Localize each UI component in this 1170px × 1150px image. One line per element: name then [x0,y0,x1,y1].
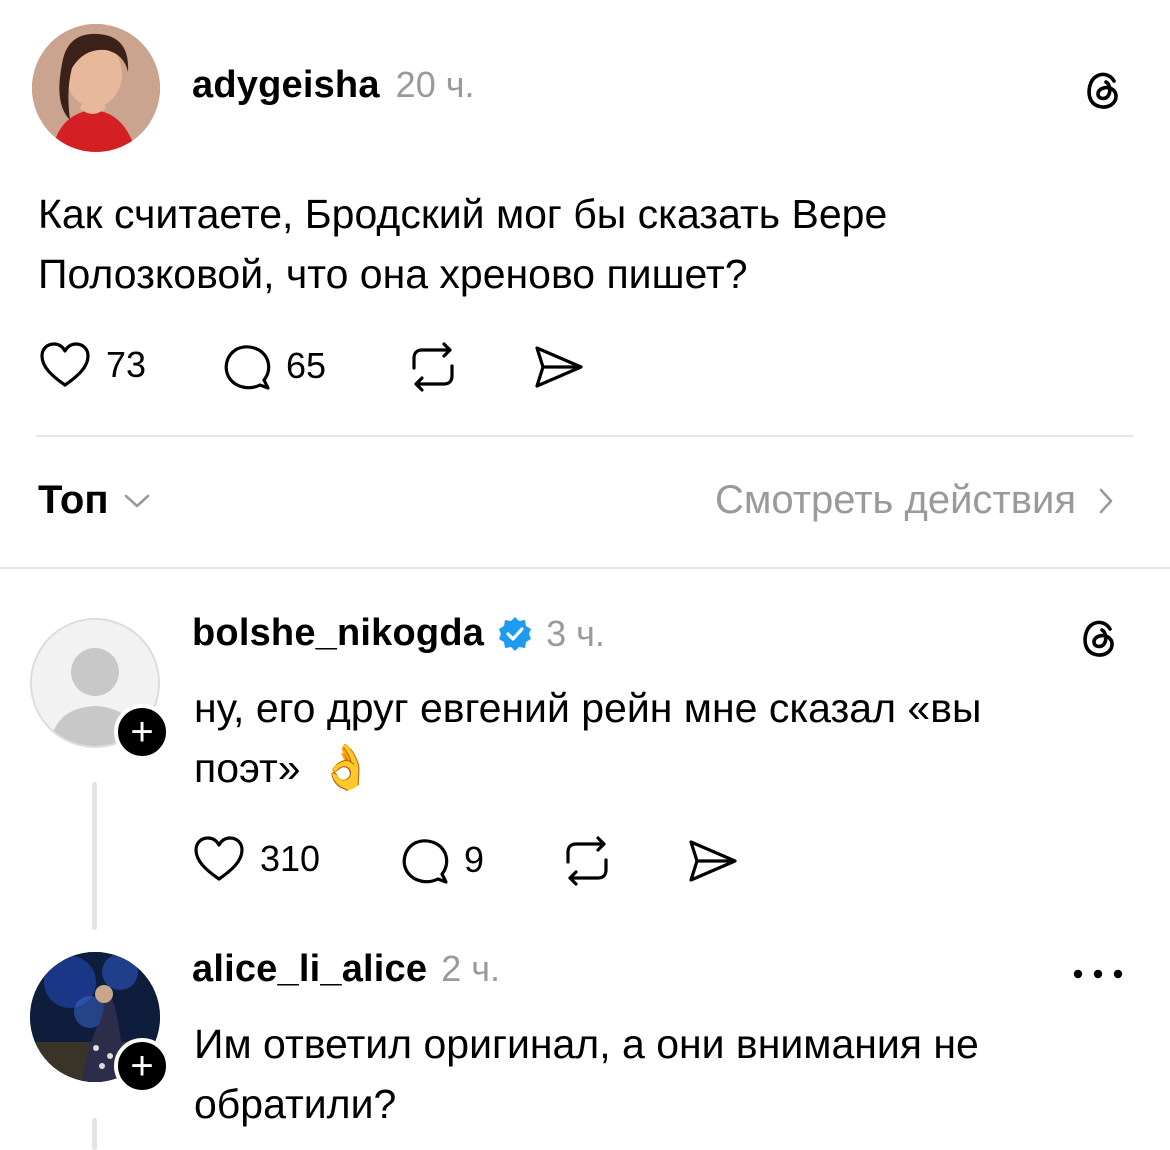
like-button[interactable]: 73 [38,340,146,390]
post-text-line: Полозковой, что она хреново пишет? [38,251,748,297]
reply-comment-button[interactable]: 9 [398,834,484,886]
reply-time: 3 ч. [546,612,605,654]
sort-dropdown[interactable]: Топ [38,478,151,523]
section-divider [0,567,1170,569]
view-activity-label: Смотреть действия [714,478,1076,522]
post-time: 20 ч. [395,64,475,105]
repost-icon[interactable] [558,834,616,888]
post-divider [36,435,1134,437]
more-dots-icon[interactable] [1070,954,1126,994]
threads-logo-icon[interactable] [1076,614,1124,662]
repost-icon[interactable] [404,340,462,394]
post-text-line: Как считаете, Бродский мог бы сказать Ве… [38,191,888,237]
share-send-icon[interactable] [530,340,586,394]
share-send-icon[interactable] [684,834,740,888]
follow-plus-button[interactable]: + [114,704,170,760]
ok-hand-emoji: 👌 [318,743,374,792]
author-avatar[interactable] [32,24,160,152]
threads-logo-icon[interactable] [1080,66,1128,114]
reply-like-button[interactable]: 310 [192,834,320,884]
view-activity-link[interactable]: Смотреть действия [715,478,1114,523]
comment-bubble-icon [224,345,271,390]
reply-text-line: поэт» [194,745,301,791]
thread-connector-line [92,782,97,930]
reply-username[interactable]: alice_li_alice [192,948,427,991]
author-username[interactable]: adygeisha [192,64,380,107]
reply-comment-count: 9 [464,839,485,880]
reply-time: 2 ч. [441,948,500,989]
verified-badge-icon [499,616,532,651]
chevron-right-icon [1099,488,1113,513]
follow-plus-button[interactable]: + [114,1038,170,1094]
reply-like-count: 310 [260,838,321,879]
plus-icon: + [130,710,154,754]
sort-label: Топ [38,478,109,522]
plus-icon: + [130,1044,154,1088]
comment-count: 65 [286,345,327,386]
chevron-down-icon [124,494,149,507]
thread-connector-line [92,1118,97,1150]
heart-icon [194,836,244,881]
reply-username[interactable]: bolshe_nikogda [192,612,484,655]
heart-icon [40,342,90,387]
reply-text-line: обратили? [194,1081,397,1127]
comment-button[interactable]: 65 [220,340,326,392]
reply-text-line: Им ответил оригинал, а они внимания не [194,1021,979,1067]
comment-bubble-icon [402,839,449,884]
like-count: 73 [106,344,147,385]
reply-text-line: ну, его друг евгений рейн мне сказал «вы [194,685,982,731]
